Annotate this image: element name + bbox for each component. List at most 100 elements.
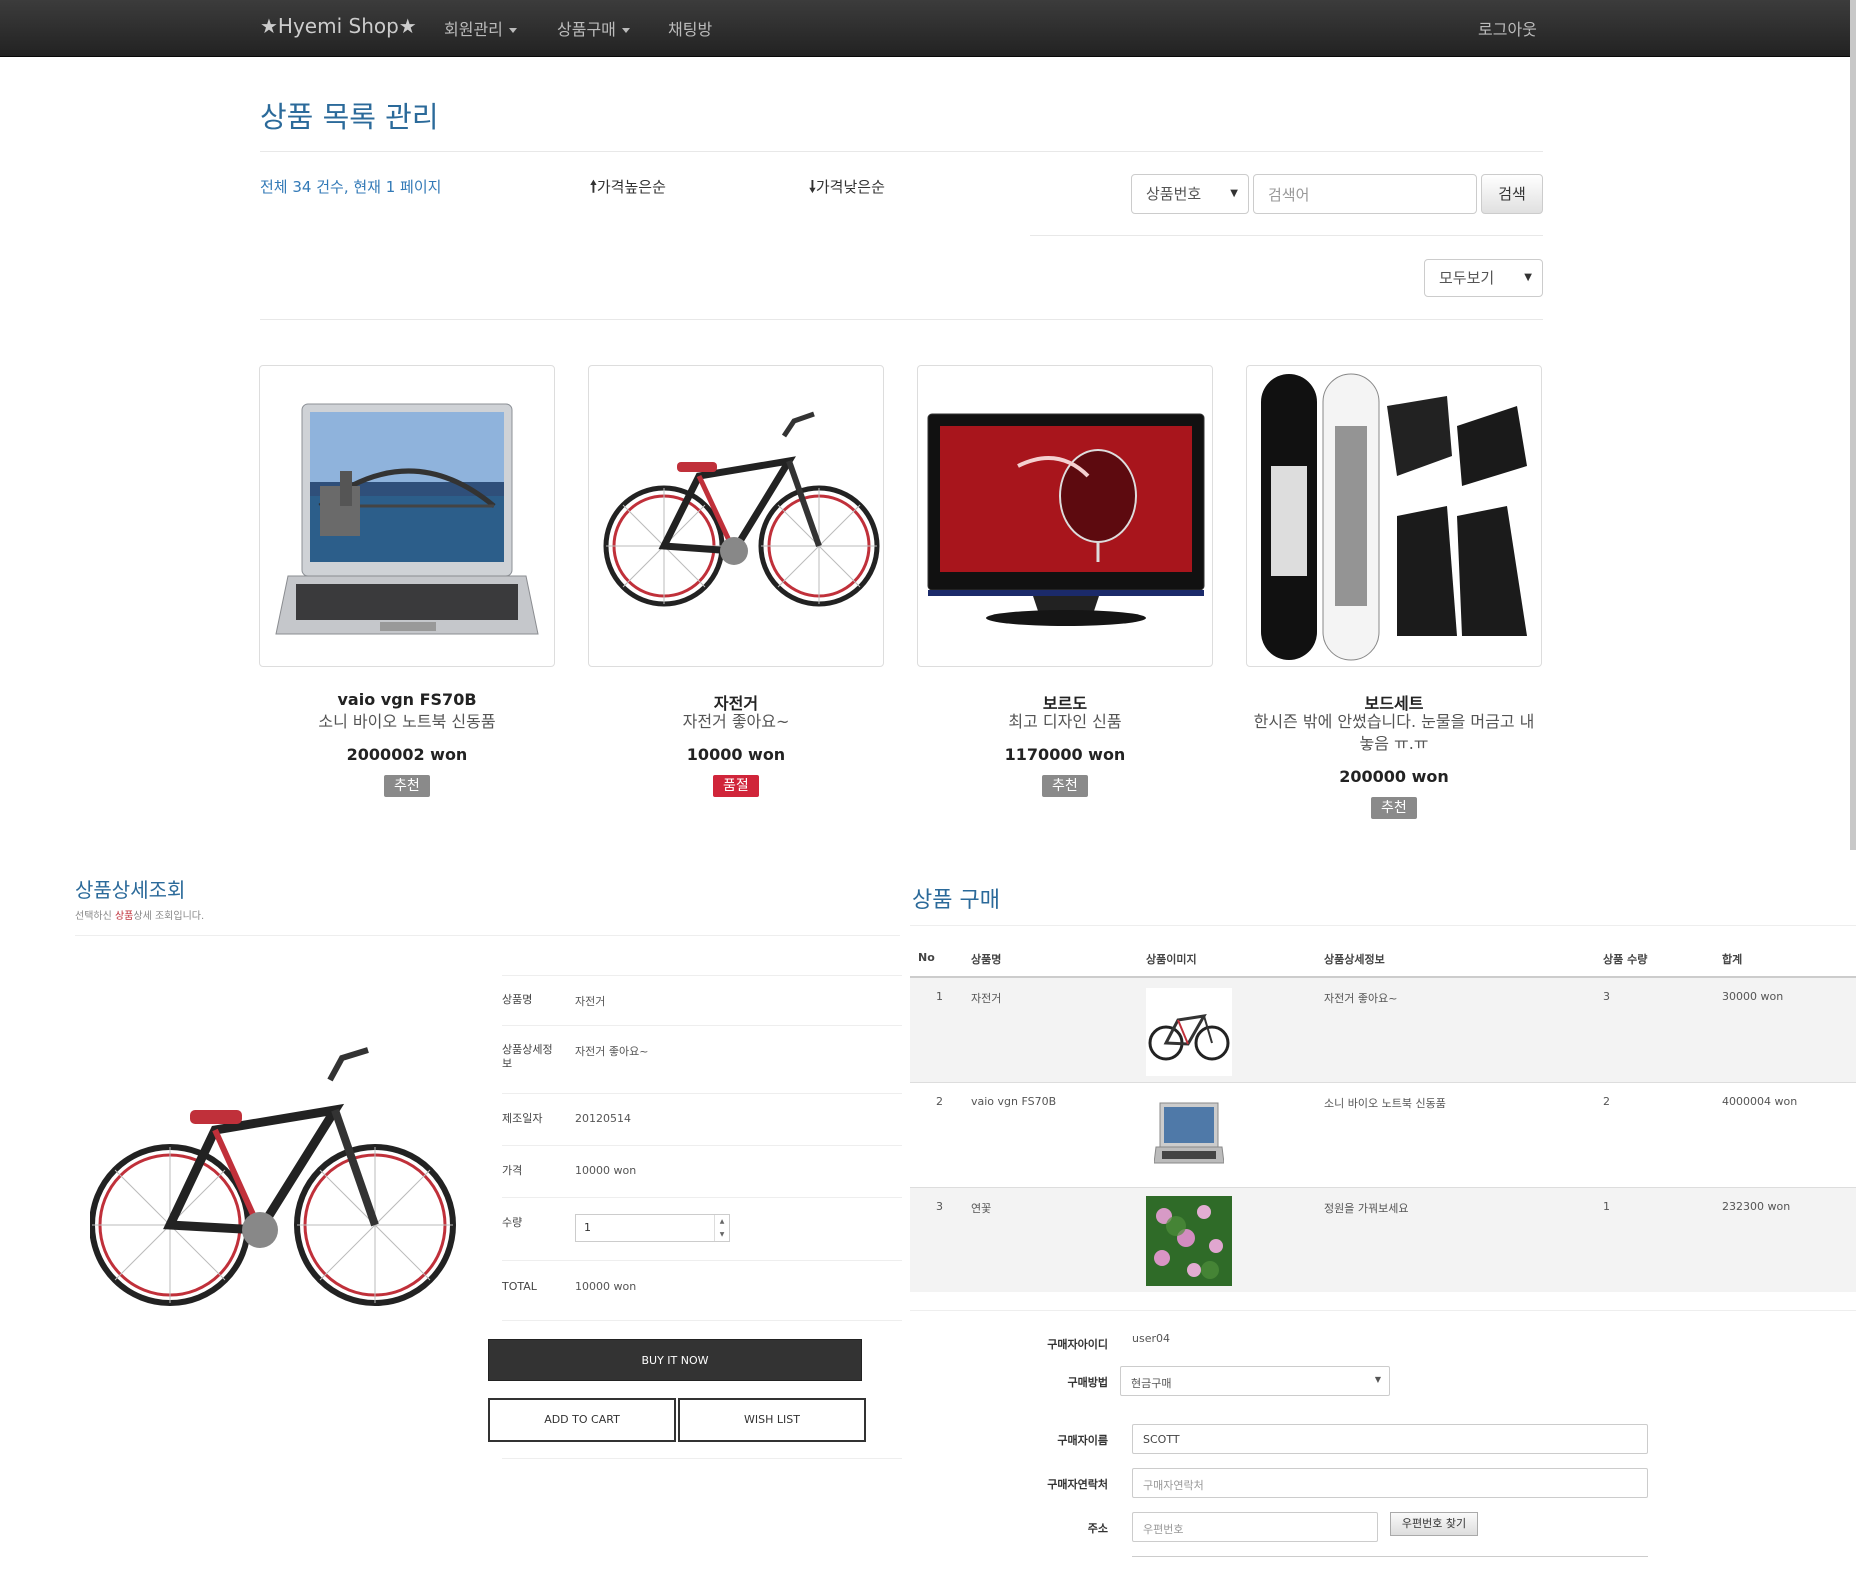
cell-qty: 2 xyxy=(1603,1095,1610,1108)
view-filter-select[interactable]: 모두보기 ▼ xyxy=(1424,259,1543,297)
col-header-image: 상품이미지 xyxy=(1146,953,1197,966)
table-row[interactable]: 2 vaio vgn FS70B 소니 바이오 노트북 신동품 2 400000… xyxy=(910,1083,1856,1187)
detail-bicycle-image xyxy=(90,1047,456,1306)
divider xyxy=(75,935,900,936)
divider xyxy=(502,1260,902,1261)
cell-qty: 1 xyxy=(1603,1200,1610,1213)
search-field-select[interactable]: 상품번호 ▼ xyxy=(1131,174,1249,214)
menu-member[interactable]: 회원관리 xyxy=(444,16,517,40)
quantity-stepper[interactable]: 1 ▲ ▼ xyxy=(575,1214,730,1242)
value-total: 10000 won xyxy=(575,1280,637,1293)
lotus-thumb xyxy=(1146,1196,1232,1286)
logout-link[interactable]: 로그아웃 xyxy=(1478,16,1537,40)
detail-title: 상품상세조회 xyxy=(75,878,186,902)
label-date: 제조일자 xyxy=(502,1112,543,1125)
label-total: TOTAL xyxy=(502,1280,537,1293)
sort-price-low[interactable]: 🠗가격낮은순 xyxy=(809,176,885,203)
product-price: 200000 won xyxy=(1339,767,1449,786)
product-name[interactable]: vaio vgn FS70B xyxy=(259,690,555,709)
brand-logo[interactable]: ★Hyemi Shop★ xyxy=(260,14,417,38)
table-row[interactable]: 1 자전거 자전거 좋아요~ 3 30000 won xyxy=(910,978,1856,1082)
purchase-title: 상품 구매 xyxy=(912,888,1000,913)
address-label: 주소 xyxy=(1087,1522,1108,1535)
dropdown-arrow-icon: ▼ xyxy=(1524,272,1532,283)
arrow-down-icon: 🠗 xyxy=(809,177,816,196)
cell-total: 232300 won xyxy=(1722,1200,1791,1213)
detail-subtitle-highlight: 상품 xyxy=(114,911,134,922)
product-price: 10000 won xyxy=(686,745,786,764)
cell-info: 자전거 좋아요~ xyxy=(1324,992,1398,1005)
value-name: 자전거 xyxy=(575,995,606,1008)
quantity-value: 1 xyxy=(584,1221,591,1234)
cell-name: 연꽃 xyxy=(971,1202,992,1215)
product-thumb-tv[interactable] xyxy=(917,365,1213,667)
sort-price-low-label: 가격낮은순 xyxy=(815,178,885,196)
buyer-id-value: user04 xyxy=(1132,1332,1170,1345)
col-header-qty: 상품 수량 xyxy=(1603,953,1648,966)
product-thumb-snowboard[interactable] xyxy=(1246,365,1542,667)
zipcode-field[interactable]: 우편번호 xyxy=(1132,1512,1378,1542)
search-field-value: 상품번호 xyxy=(1146,185,1202,203)
label-desc: 상품상세정 보 xyxy=(502,1043,562,1071)
page-title: 상품 목록 관리 xyxy=(260,100,439,134)
search-input[interactable]: 검색어 xyxy=(1253,174,1477,214)
divider xyxy=(502,1197,902,1198)
label-qty: 수량 xyxy=(502,1216,523,1229)
col-header-no: No xyxy=(918,951,935,964)
value-price: 10000 won xyxy=(575,1164,637,1177)
dropdown-arrow-icon: ▼ xyxy=(1230,188,1238,199)
view-filter-value: 모두보기 xyxy=(1439,269,1495,287)
buyer-contact-field[interactable]: 구매자연락처 xyxy=(1132,1468,1648,1498)
table-row[interactable]: 3 연꽃 정원을 가꿔보세요 1 232300 won xyxy=(910,1188,1856,1292)
cell-qty: 3 xyxy=(1603,990,1610,1003)
buy-now-button[interactable]: BUY IT NOW xyxy=(488,1339,862,1381)
divider xyxy=(502,1093,902,1094)
divider xyxy=(502,1458,902,1459)
stepper-arrows-icon[interactable]: ▲ ▼ xyxy=(714,1215,729,1241)
status-badge: 추천 xyxy=(1371,797,1417,819)
zipcode-search-button[interactable]: 우편번호 찾기 xyxy=(1390,1512,1478,1536)
divider xyxy=(502,1320,902,1321)
bicycle-thumb xyxy=(1146,988,1232,1076)
payment-method-value: 현금구매 xyxy=(1131,1377,1172,1390)
cell-name: 자전거 xyxy=(971,992,1002,1005)
top-navbar: ★Hyemi Shop★ 회원관리 상품구매 채팅방 로그아웃 xyxy=(0,0,1850,57)
add-to-cart-button[interactable]: ADD TO CART xyxy=(488,1398,676,1442)
detail-subtitle-post: 상세 조회입니다. xyxy=(133,911,205,922)
label-price: 가격 xyxy=(502,1164,523,1177)
product-thumb-bicycle[interactable] xyxy=(588,365,884,667)
detail-subtitle: 선택하신 상품상세 조회입니다. xyxy=(75,907,204,922)
divider xyxy=(502,1145,902,1146)
divider xyxy=(1030,235,1543,236)
cell-info: 소니 바이오 노트북 신동품 xyxy=(1324,1097,1446,1110)
payment-method-select[interactable]: 현금구매 ▼ xyxy=(1120,1366,1390,1396)
product-price: 1170000 won xyxy=(1004,745,1126,764)
cell-name: vaio vgn FS70B xyxy=(971,1095,1057,1108)
buyer-name-field[interactable]: SCOTT xyxy=(1132,1424,1648,1454)
cell-no: 3 xyxy=(936,1200,943,1213)
cell-no: 1 xyxy=(936,990,943,1003)
status-badge: 추천 xyxy=(1042,775,1088,797)
bicycle-image xyxy=(603,411,880,607)
arrow-up-icon: 🠕 xyxy=(590,177,597,196)
caret-down-icon xyxy=(508,28,517,33)
product-desc: 자전거 좋아요~ xyxy=(682,712,790,731)
wish-list-button[interactable]: WISH LIST xyxy=(678,1398,866,1442)
sort-price-high[interactable]: 🠕가격높은순 xyxy=(590,176,666,203)
label-desc-line2: 보 xyxy=(502,1057,513,1070)
search-button[interactable]: 검색 xyxy=(1481,174,1543,214)
product-thumb-laptop[interactable] xyxy=(259,365,555,667)
col-header-name: 상품명 xyxy=(971,953,1002,966)
page-scrollbar[interactable] xyxy=(1850,0,1856,850)
menu-chat[interactable]: 채팅방 xyxy=(668,16,712,40)
status-badge: 추천 xyxy=(384,775,430,797)
detail-subtitle-pre: 선택하신 xyxy=(75,911,115,922)
cell-no: 2 xyxy=(936,1095,943,1108)
buyer-name-label: 구매자이름 xyxy=(1057,1434,1108,1447)
divider xyxy=(910,1310,1856,1311)
divider xyxy=(260,151,1543,152)
caret-down-icon xyxy=(621,28,630,33)
menu-purchase[interactable]: 상품구매 xyxy=(557,16,630,40)
divider xyxy=(502,975,902,976)
menu-purchase-label: 상품구매 xyxy=(557,20,616,39)
